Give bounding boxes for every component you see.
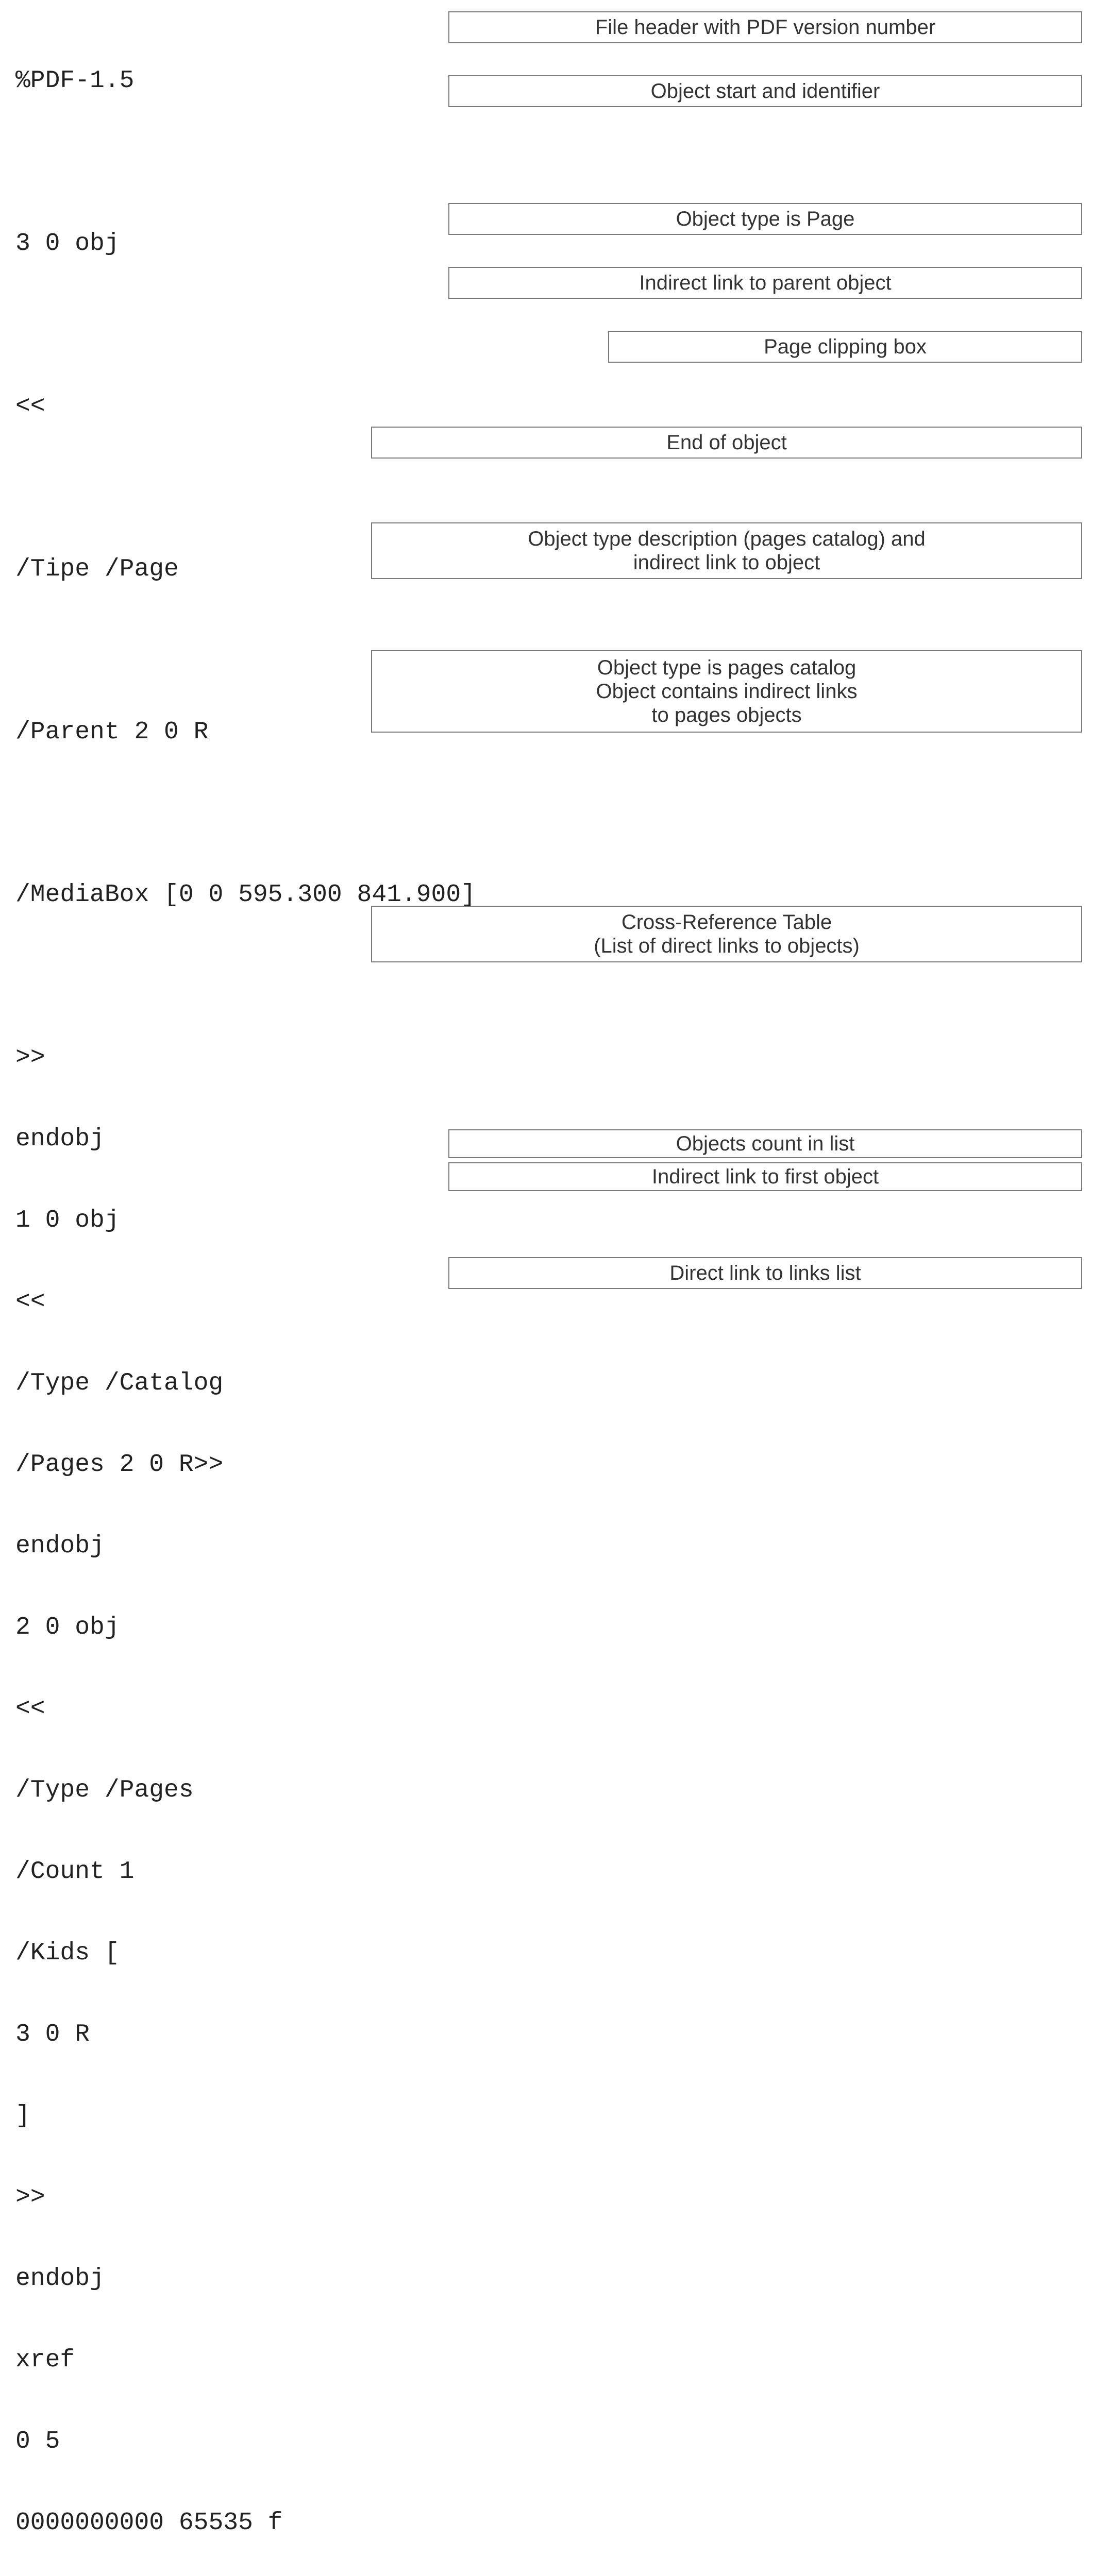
code-line-11: /Type /Catalog — [15, 1367, 476, 1399]
code-line-10: << — [15, 1286, 476, 1318]
code-line-15: << — [15, 1693, 476, 1725]
annotation-xref-table: Cross-Reference Table (List of direct li… — [371, 906, 1082, 962]
annotation-page-clipping-box: Page clipping box — [608, 331, 1082, 363]
code-line-7: >> — [15, 1042, 476, 1074]
annotation-indirect-first-object: Indirect link to first object — [448, 1162, 1082, 1191]
annotation-direct-links-list: Direct link to links list — [448, 1257, 1082, 1289]
annotation-object-start: Object start and identifier — [448, 75, 1082, 107]
code-line-23: xref — [15, 2344, 476, 2376]
code-line-1: %PDF-1.5 — [15, 65, 476, 97]
code-line-18: /Kids [ — [15, 1937, 476, 1969]
code-line-24: 0 5 — [15, 2426, 476, 2458]
code-line-14: 2 0 obj — [15, 1612, 476, 1643]
annotation-catalog-description: Object type description (pages catalog) … — [371, 522, 1082, 579]
code-line-2: 3 0 obj — [15, 228, 476, 260]
pdf-source-code: %PDF-1.5 3 0 obj << /Tipe /Page /Parent … — [15, 15, 476, 2576]
annotation-indirect-parent: Indirect link to parent object — [448, 267, 1082, 299]
code-line-9: 1 0 obj — [15, 1205, 476, 1236]
code-line-20: ] — [15, 2100, 476, 2132]
annotation-end-of-object: End of object — [371, 427, 1082, 459]
code-line-3: << — [15, 391, 476, 422]
annotation-file-header: File header with PDF version number — [448, 11, 1082, 43]
code-line-17: /Count 1 — [15, 1856, 476, 1888]
code-line-22: endobj — [15, 2263, 476, 2295]
code-line-21: >> — [15, 2181, 476, 2213]
annotation-pages-catalog: Object type is pages catalog Object cont… — [371, 650, 1082, 733]
annotation-object-type-page: Object type is Page — [448, 203, 1082, 235]
code-line-13: endobj — [15, 1530, 476, 1562]
annotation-objects-count: Objects count in list — [448, 1129, 1082, 1158]
code-line-16: /Type /Pages — [15, 1774, 476, 1806]
code-line-25: 0000000000 65535 f — [15, 2507, 476, 2539]
code-line-8: endobj — [15, 1123, 476, 1155]
code-line-19: 3 0 R — [15, 2019, 476, 2050]
code-line-12: /Pages 2 0 R>> — [15, 1449, 476, 1481]
